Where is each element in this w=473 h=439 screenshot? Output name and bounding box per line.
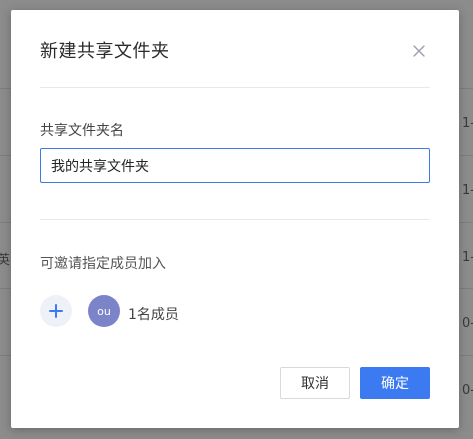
plus-icon [49,304,63,318]
cancel-button[interactable]: 取消 [280,367,350,399]
add-member-button[interactable] [40,295,72,327]
member-avatar[interactable]: ou [88,295,120,327]
background-date-fragment: 1- [462,116,473,131]
background-date-fragment: 1- [462,250,473,265]
dialog-title: 新建共享文件夹 [40,41,170,62]
background-date-fragment: 0- [462,316,473,331]
background-date-fragment: 0- [462,383,473,398]
invite-members-label: 可邀请指定成员加入 [40,256,166,272]
background-date-fragment: 1- [462,183,473,198]
member-count: 1名成员 [128,307,179,323]
section-divider [40,219,430,220]
close-icon[interactable] [411,43,427,59]
confirm-button[interactable]: 确定 [360,367,430,399]
new-shared-folder-dialog: 新建共享文件夹 共享文件夹名 可邀请指定成员加入 ou 1名成员 取消 确定 [11,10,459,428]
folder-name-input[interactable] [40,148,430,183]
folder-name-label: 共享文件夹名 [40,123,124,139]
background-name-fragment: 英 [0,253,11,268]
header-divider [40,87,430,88]
